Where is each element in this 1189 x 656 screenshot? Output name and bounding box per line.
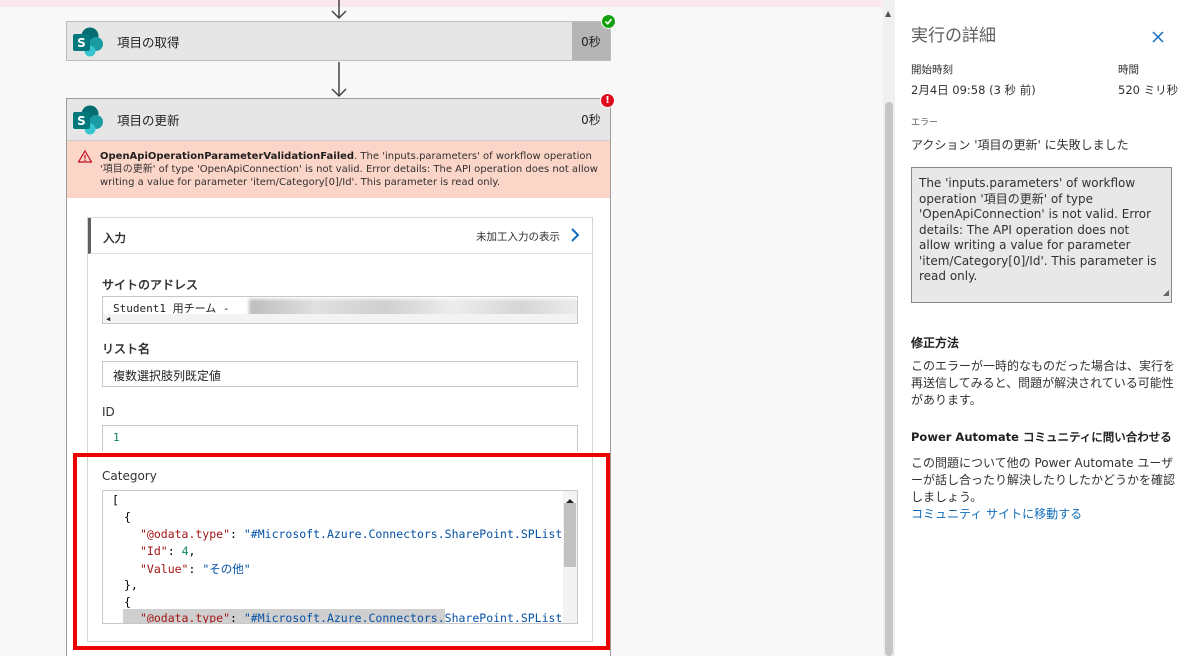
connector-arrow-top bbox=[330, 0, 348, 20]
list-name-field[interactable]: 複数選択肢列既定値 bbox=[102, 361, 578, 387]
error-message: アクション '項目の更新' に失敗しました bbox=[911, 138, 1129, 152]
show-raw-inputs-link[interactable]: 未加工入力の表示 bbox=[476, 229, 560, 244]
canvas-scrollbar[interactable]: ▲ bbox=[883, 0, 895, 656]
chevron-right-icon[interactable] bbox=[570, 227, 580, 243]
error-label: エラー bbox=[911, 118, 939, 128]
id-field[interactable]: 1 bbox=[102, 425, 578, 451]
start-time-value: 2月4日 09:58 (3 秒 前) bbox=[911, 83, 1036, 97]
svg-text:S: S bbox=[77, 114, 86, 128]
arrow-down-icon bbox=[331, 62, 347, 98]
community-site-link[interactable]: コミュニティ サイトに移動する bbox=[911, 507, 1082, 521]
error-code: OpenApiOperationParameterValidationFaile… bbox=[100, 151, 355, 162]
error-detail-text: The 'inputs.parameters' of workflow oper… bbox=[919, 176, 1157, 283]
connector-arrow-middle bbox=[330, 62, 348, 98]
id-label: ID bbox=[102, 405, 115, 419]
site-address-label: サイトのアドレス bbox=[102, 278, 199, 292]
site-address-field[interactable]: Student1 用チーム - ◀ bbox=[102, 296, 578, 324]
community-text: この問題について他の Power Automate ユーザーが話し合ったり解決し… bbox=[911, 456, 1176, 504]
close-icon[interactable] bbox=[1148, 27, 1168, 47]
svg-text:S: S bbox=[77, 36, 86, 50]
inputs-header[interactable]: 入力 未加工入力の表示 bbox=[88, 218, 592, 254]
scroll-up-icon[interactable]: ▲ bbox=[885, 9, 891, 18]
highlight-frame-category bbox=[73, 453, 610, 650]
sharepoint-icon: S bbox=[73, 27, 103, 57]
error-exclamation-icon: ! bbox=[600, 93, 615, 108]
sharepoint-icon: S bbox=[73, 105, 103, 135]
fix-text: このエラーが一時的なものだった場合は、実行を再送信してみると、問題が解決されてい… bbox=[911, 359, 1176, 407]
panel-title: 実行の詳細 bbox=[911, 26, 996, 46]
fix-title: 修正方法 bbox=[911, 336, 960, 350]
run-details-panel: 実行の詳細 開始時刻 時間 2月4日 09:58 (3 秒 前) 520 ミリ秒… bbox=[895, 0, 1189, 656]
error-detail-textarea[interactable]: The 'inputs.parameters' of workflow oper… bbox=[911, 167, 1172, 303]
scroll-thumb[interactable] bbox=[885, 102, 893, 656]
community-section: この問題について他の Power Automate ユーザーが話し合ったり解決し… bbox=[911, 455, 1175, 523]
inputs-label: 入力 bbox=[103, 231, 126, 245]
action-header[interactable]: S 項目の取得 0秒 bbox=[66, 21, 611, 61]
resize-grip-icon[interactable]: ◢ bbox=[1163, 285, 1169, 301]
error-banner: OpenApiOperationParameterValidationFaile… bbox=[67, 141, 610, 198]
list-name-label: リスト名 bbox=[102, 342, 151, 356]
action-title: 項目の更新 bbox=[117, 113, 180, 128]
duration-label: 時間 bbox=[1118, 64, 1139, 76]
action-header[interactable]: S 項目の更新 0秒 bbox=[67, 99, 610, 141]
id-value: 1 bbox=[113, 431, 120, 444]
arrow-down-icon bbox=[331, 0, 347, 20]
success-check-icon bbox=[601, 14, 616, 29]
duration-value: 520 ミリ秒 bbox=[1118, 83, 1179, 97]
start-time-label: 開始時刻 bbox=[911, 64, 953, 76]
horizontal-scrollbar[interactable]: ◀ bbox=[103, 314, 577, 323]
action-title: 項目の取得 bbox=[117, 34, 180, 50]
action-card-get-items[interactable]: S 項目の取得 0秒 bbox=[66, 14, 616, 61]
warning-icon bbox=[78, 150, 92, 163]
community-title: Power Automate コミュニティに問い合わせる bbox=[911, 430, 1172, 444]
